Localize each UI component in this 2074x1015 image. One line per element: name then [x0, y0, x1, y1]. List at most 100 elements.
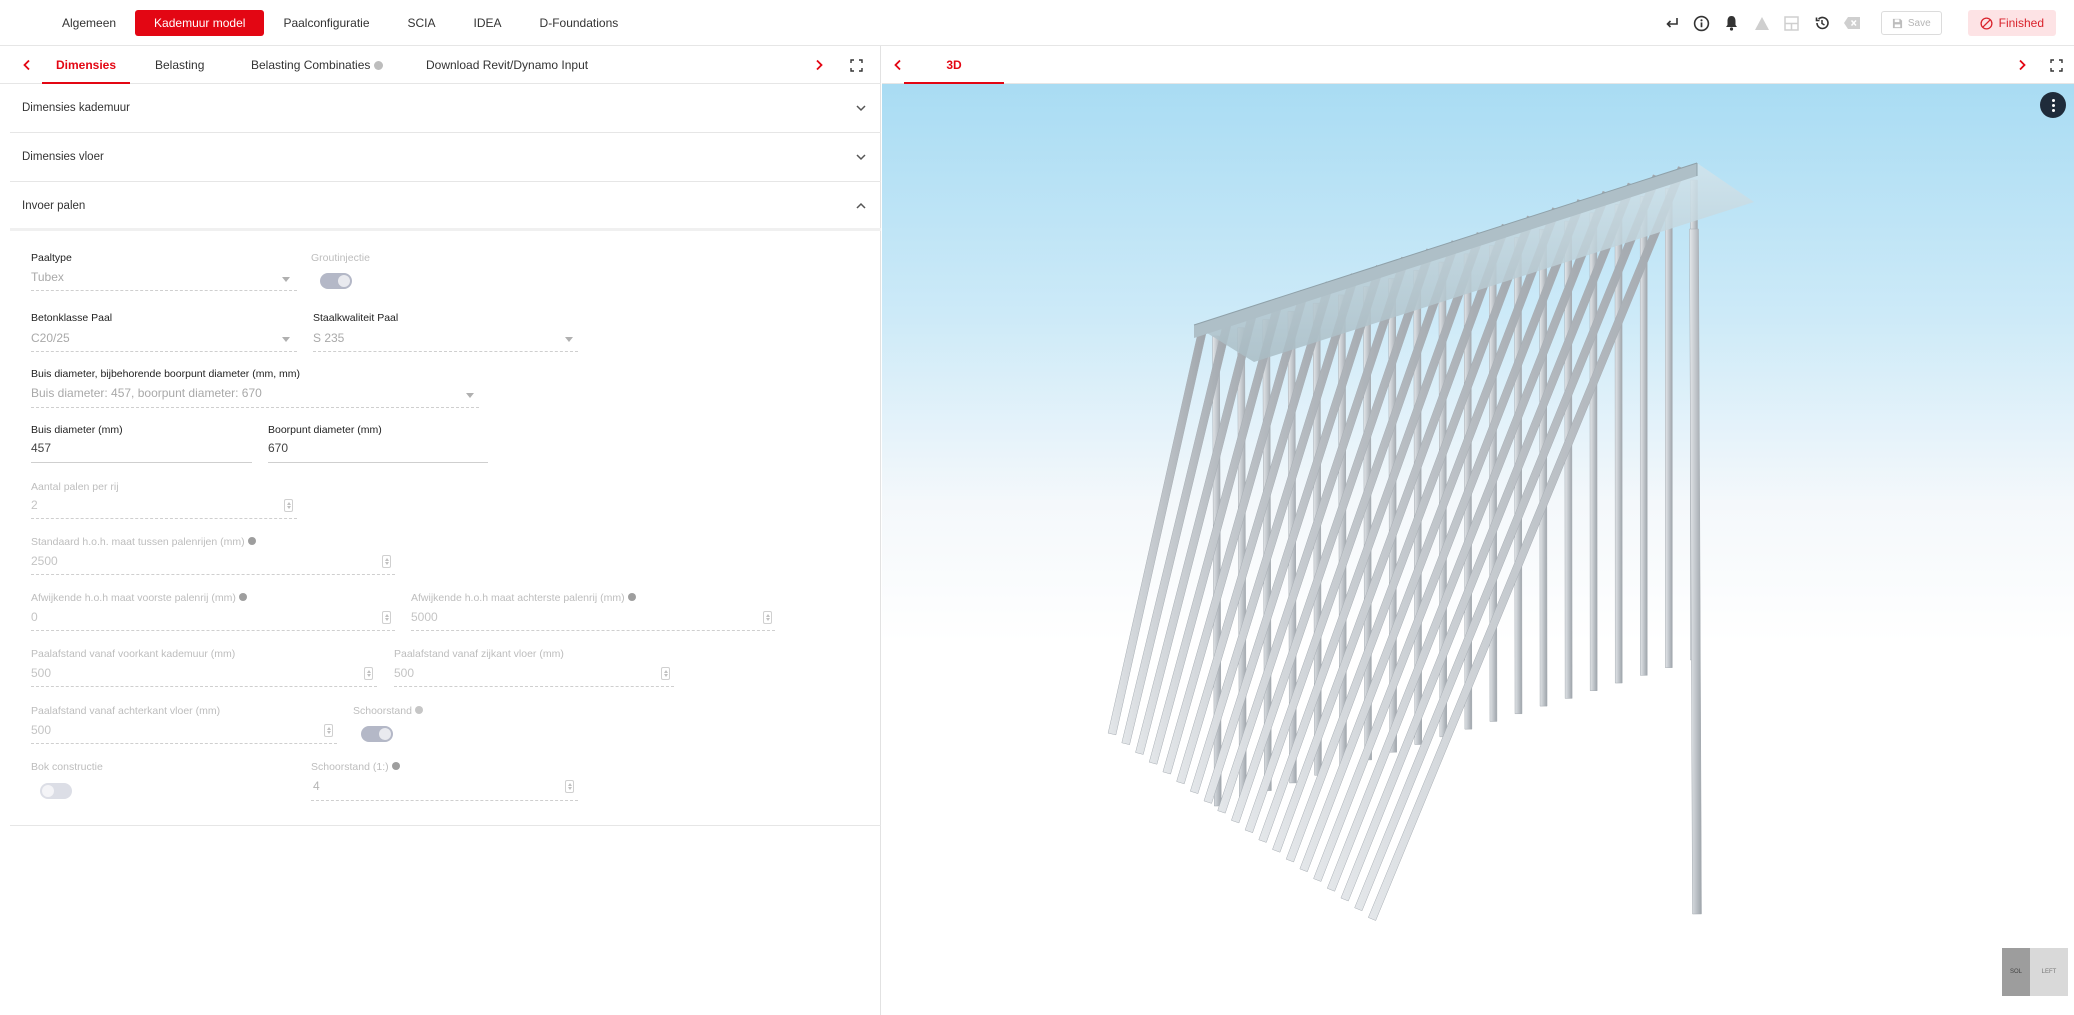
paaltype-underline [31, 290, 297, 291]
paalafstand-voorkant-label: Paalafstand vanaf voorkant kademuur (mm) [31, 648, 236, 660]
groutinjectie-toggle[interactable] [320, 273, 352, 289]
sub-tabs: Dimensies Belasting Belasting Combinatie… [0, 46, 881, 84]
boorpunt-diameter-underline [268, 462, 488, 463]
standaard-hoh-input[interactable]: 2500 [31, 554, 58, 568]
boorpunt-diameter-input[interactable]: 670 [268, 441, 288, 455]
bell-icon[interactable] [1720, 11, 1744, 35]
chevron-down-icon [282, 277, 290, 282]
schoorstand-value-underline [311, 800, 578, 801]
paalafstand-voorkant-stepper[interactable] [364, 667, 373, 680]
afwijkende-achterste-input[interactable]: 5000 [411, 610, 438, 624]
afwijkende-voorste-input[interactable]: 0 [31, 610, 38, 624]
tab-scia[interactable]: SCIA [389, 10, 455, 36]
3d-viewport[interactable]: SOL LEFT [882, 84, 2074, 1015]
groutinjectie-label: Groutinjectie [311, 252, 370, 264]
chevron-right-icon[interactable] [2012, 55, 2032, 75]
betonklasse-select[interactable]: C20/25 [31, 331, 70, 345]
section-title: Dimensies kademuur [22, 102, 131, 114]
aantal-palen-underline [31, 518, 297, 519]
tab-algemeen[interactable]: Algemeen [43, 10, 135, 36]
buis-diameter-input[interactable]: 457 [31, 441, 51, 455]
betonklasse-label: Betonklasse Paal [31, 312, 113, 324]
info-icon [414, 706, 423, 714]
afwijkende-achterste-underline [411, 630, 775, 631]
staalkwaliteit-underline [313, 351, 578, 352]
paalafstand-achterkant-stepper[interactable] [324, 724, 333, 737]
paaltype-select[interactable]: Tubex [31, 270, 64, 284]
tab-d-foundations[interactable]: D-Foundations [521, 10, 638, 36]
buis-combo-select[interactable]: Buis diameter: 457, boorpunt diameter: 6… [31, 386, 262, 400]
buis-combo-underline [31, 407, 479, 408]
layout-icon[interactable] [1780, 11, 1804, 35]
bok-constructie-toggle[interactable] [40, 783, 72, 799]
paalafstand-voorkant-input[interactable]: 500 [31, 666, 51, 680]
fullscreen-icon[interactable] [2046, 55, 2066, 75]
chevron-down-icon [282, 337, 290, 342]
schoorstand-value-label: Schoorstand (1:) [311, 761, 400, 773]
bok-constructie-label: Bok constructie [31, 761, 103, 773]
schoorstand-value-stepper[interactable] [565, 780, 574, 793]
section-invoer-palen[interactable]: Invoer palen [10, 182, 881, 231]
view-cube-face-left[interactable]: LEFT [2030, 948, 2068, 996]
schoorstand-label-text: Schoorstand [353, 705, 412, 717]
history-icon[interactable] [1810, 11, 1834, 35]
tab-belasting[interactable]: Belasting [155, 46, 204, 84]
status-badge: Finished [1967, 10, 2056, 36]
aantal-palen-input[interactable]: 2 [31, 498, 38, 512]
form-divider [10, 825, 881, 826]
aantal-palen-stepper[interactable] [284, 499, 293, 512]
view-cube[interactable]: SOL LEFT [2002, 948, 2068, 996]
section-dimensies-kademuur[interactable]: Dimensies kademuur [10, 84, 881, 133]
chevron-down-icon [565, 337, 573, 342]
buis-diameter-label: Buis diameter (mm) [31, 424, 123, 436]
standaard-hoh-label-text: Standaard h.o.h. maat tussen palenrijen … [31, 536, 245, 548]
info-icon [238, 593, 247, 601]
tab-3d-label: 3D [946, 58, 962, 72]
afwijkende-achterste-label: Afwijkende h.o.h maat achterste palenrij… [411, 592, 636, 604]
left-panel: Dimensies Belasting Belasting Combinatie… [0, 46, 881, 1015]
view-cube-face-sol[interactable]: SOL [2002, 948, 2030, 996]
tab-dimensies[interactable]: Dimensies [42, 46, 131, 84]
info-icon [627, 593, 636, 601]
chevron-down-icon [856, 105, 866, 112]
fullscreen-icon[interactable] [846, 55, 866, 75]
paaltype-label: Paaltype [31, 252, 72, 264]
backspace-icon[interactable] [1840, 11, 1864, 35]
status-label: Finished [1998, 16, 2044, 30]
afwijkende-achterste-stepper[interactable] [763, 611, 772, 624]
schoorstand-value-input[interactable]: 4 [313, 779, 320, 793]
paalafstand-zijkant-stepper[interactable] [661, 667, 670, 680]
afwijkende-voorste-stepper[interactable] [382, 611, 391, 624]
paalafstand-achterkant-input[interactable]: 500 [31, 723, 51, 737]
section-dimensies-vloer[interactable]: Dimensies vloer [10, 133, 881, 182]
tab-paalconfiguratie[interactable]: Paalconfiguratie [264, 10, 388, 36]
vertical-pile [1665, 187, 1673, 668]
standaard-hoh-stepper[interactable] [382, 555, 391, 568]
tab-download-revit-dynamo-input[interactable]: Download Revit/Dynamo Input [426, 46, 588, 84]
chevron-down-icon [466, 393, 474, 398]
tab-3d[interactable]: 3D [904, 46, 1004, 84]
warning-icon[interactable] [1750, 11, 1774, 35]
tab-dimensies-label: Dimensies [56, 58, 117, 72]
3d-model-render [1107, 162, 1754, 921]
paalafstand-voorkant-underline [31, 686, 377, 687]
tab-idea[interactable]: IDEA [455, 10, 521, 36]
save-icon [1892, 18, 1902, 28]
chevron-left-icon[interactable] [17, 55, 37, 75]
info-icon[interactable] [1690, 11, 1714, 35]
schoorstand-toggle[interactable] [361, 726, 393, 742]
buis-diameter-underline [31, 462, 252, 463]
chevron-right-icon[interactable] [809, 55, 829, 75]
info-icon [374, 61, 384, 70]
standaard-hoh-label: Standaard h.o.h. maat tussen palenrijen … [31, 536, 256, 548]
betonklasse-underline [31, 351, 297, 352]
tab-belasting-combinaties[interactable]: Belasting Combinaties [251, 46, 384, 84]
staalkwaliteit-select[interactable]: S 235 [313, 331, 344, 345]
save-button[interactable]: Save [1880, 11, 1942, 35]
paalafstand-zijkant-input[interactable]: 500 [394, 666, 414, 680]
chevron-up-icon [856, 202, 866, 209]
enter-icon[interactable] [1660, 11, 1684, 35]
tab-kademuur-model[interactable]: Kademuur model [135, 10, 265, 36]
tab-belasting-combinaties-label: Belasting Combinaties [251, 58, 371, 72]
more-options-icon[interactable] [2040, 92, 2066, 118]
